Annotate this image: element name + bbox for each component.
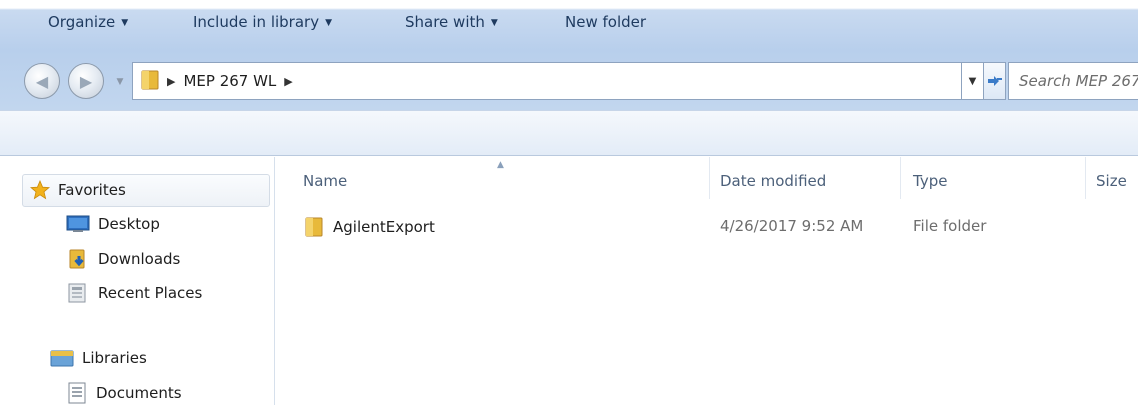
nav-item-desktop[interactable]: Desktop (66, 215, 160, 233)
folder-icon (305, 217, 323, 237)
share-with-label: Share with (405, 13, 485, 31)
organize-label: Organize (48, 13, 116, 31)
nav-libraries[interactable]: Libraries (50, 348, 147, 368)
downloads-folder-icon (69, 249, 85, 269)
back-button[interactable]: ◀ (24, 63, 60, 99)
refresh-button[interactable] (984, 62, 1006, 100)
file-type: File folder (913, 217, 987, 235)
column-divider[interactable] (1085, 157, 1086, 199)
organize-button[interactable]: Organize ▼ (48, 13, 128, 31)
share-with-button[interactable]: Share with ▼ (405, 13, 498, 31)
column-header-name[interactable]: Name (303, 172, 347, 190)
nav-item-recent-places[interactable]: Recent Places (66, 282, 202, 304)
include-in-library-label: Include in library (193, 13, 320, 31)
forward-button[interactable]: ▶ (68, 63, 104, 99)
nav-item-label: Desktop (98, 215, 160, 233)
nav-favorites-label: Favorites (58, 181, 126, 199)
chevron-down-icon: ▼ (325, 18, 332, 28)
new-folder-label: New folder (565, 13, 647, 31)
command-bar (0, 110, 1138, 156)
nav-item-documents[interactable]: Documents (66, 382, 182, 404)
refresh-icon (987, 76, 1002, 86)
column-header-size[interactable]: Size (1096, 172, 1127, 190)
breadcrumb-children-arrow-icon[interactable]: ▶ (284, 75, 292, 88)
chevron-down-icon: ▼ (490, 18, 498, 28)
star-icon (30, 180, 50, 200)
file-date-modified: 4/26/2017 9:52 AM (720, 217, 864, 235)
documents-icon (68, 382, 86, 404)
file-name: AgilentExport (333, 218, 435, 236)
new-folder-button[interactable]: New folder (565, 13, 646, 31)
column-divider[interactable] (900, 157, 901, 199)
address-history-dropdown[interactable]: ▼ (962, 62, 984, 100)
include-in-library-button[interactable]: Include in library ▼ (193, 13, 332, 31)
chevron-down-icon: ▼ (121, 18, 129, 28)
recent-pages-dropdown[interactable]: ▼ (113, 75, 127, 89)
nav-item-label: Documents (96, 384, 182, 402)
back-arrow-icon: ◀ (35, 71, 49, 91)
nav-item-label: Recent Places (98, 284, 203, 302)
column-divider[interactable] (709, 157, 710, 199)
libraries-icon (50, 350, 74, 367)
column-header-date-modified[interactable]: Date modified (720, 172, 826, 190)
breadcrumb-item[interactable]: MEP 267 WL (183, 72, 276, 90)
explorer-window: ◀ ▶ ▼ ▶ MEP 267 WL ▶ ▼ Search MEP 267 WL… (0, 0, 1138, 405)
sort-ascending-icon: ▲ (497, 160, 504, 170)
desktop-icon (66, 215, 90, 232)
breadcrumb-root-arrow-icon[interactable]: ▶ (167, 75, 175, 88)
address-bar[interactable]: ▶ MEP 267 WL ▶ (132, 62, 962, 100)
search-input[interactable]: Search MEP 267 WL (1008, 62, 1138, 100)
folder-icon (141, 68, 159, 94)
nav-libraries-label: Libraries (82, 349, 147, 367)
file-list-pane (276, 157, 1138, 405)
recent-places-icon (68, 283, 86, 303)
nav-favorites[interactable]: Favorites (30, 180, 126, 200)
table-row[interactable]: AgilentExport (303, 216, 435, 238)
forward-arrow-icon: ▶ (79, 71, 93, 91)
column-header-type[interactable]: Type (913, 172, 947, 190)
nav-item-downloads[interactable]: Downloads (66, 248, 180, 270)
nav-item-label: Downloads (98, 250, 181, 268)
